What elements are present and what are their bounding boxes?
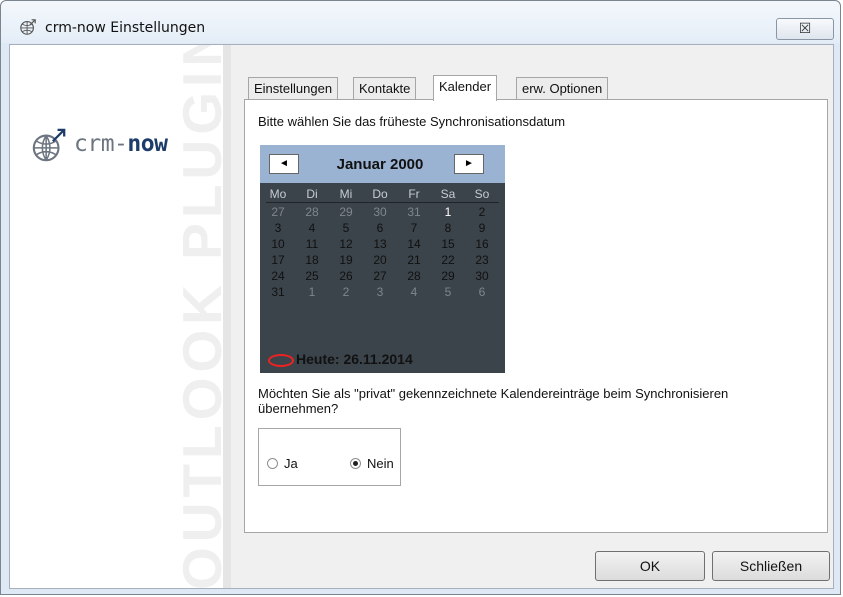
weekday-divider xyxy=(266,202,499,203)
calendar-day[interactable]: 28 xyxy=(300,204,324,220)
calendar-day[interactable]: 26 xyxy=(334,268,358,284)
weekday-header: Do xyxy=(372,187,388,201)
calendar-day[interactable]: 12 xyxy=(334,236,358,252)
calendar-day[interactable]: 8 xyxy=(436,220,460,236)
calendar-day[interactable]: 27 xyxy=(368,268,392,284)
calendar-header: ◄ Januar 2000 ► xyxy=(260,145,505,183)
calendar-day[interactable]: 20 xyxy=(368,252,392,268)
radio-ja-circle[interactable] xyxy=(267,458,278,469)
calendar-day[interactable]: 27 xyxy=(266,204,290,220)
month-label[interactable]: Januar 2000 xyxy=(320,156,440,173)
calendar-day[interactable]: 1 xyxy=(300,284,324,300)
calendar-day[interactable]: 14 xyxy=(402,236,426,252)
tab-erw-optionen[interactable]: erw. Optionen xyxy=(516,77,609,99)
calendar-day[interactable]: 3 xyxy=(266,220,290,236)
radio-nein-circle[interactable] xyxy=(350,458,361,469)
calendar-day[interactable]: 5 xyxy=(334,220,358,236)
calendar-day[interactable]: 7 xyxy=(402,220,426,236)
calendar-day[interactable]: 28 xyxy=(402,268,426,284)
app-icon xyxy=(20,19,36,35)
calendar-day[interactable]: 17 xyxy=(266,252,290,268)
weekday-header: Mo xyxy=(269,187,287,201)
calendar-day[interactable]: 13 xyxy=(368,236,392,252)
calendar-day[interactable]: 30 xyxy=(368,204,392,220)
tab-einstellungen[interactable]: Einstellungen xyxy=(248,77,339,99)
window-title: crm-now Einstellungen xyxy=(45,20,206,36)
radio-selected-dot xyxy=(353,461,358,466)
kalender-panel: Bitte wählen Sie das früheste Synchronis… xyxy=(244,99,828,533)
calendar-day[interactable]: 31 xyxy=(402,204,426,220)
private-entries-prompt: Möchten Sie als "privat" gekennzeichnete… xyxy=(258,386,729,416)
calendar-day[interactable]: 9 xyxy=(470,220,494,236)
private-entries-radio-group: Ja Nein xyxy=(258,428,401,486)
close-icon: ☒ xyxy=(798,20,812,36)
calendar-day[interactable]: 2 xyxy=(334,284,358,300)
weekday-header: Di xyxy=(306,187,318,201)
calendar-day[interactable]: 11 xyxy=(300,236,324,252)
main-content: Einstellungen Kontakte Kalender erw. Opt… xyxy=(231,45,833,588)
crm-now-logo: crm-now xyxy=(30,127,220,167)
close-button[interactable]: ☒ xyxy=(776,18,834,40)
calendar-day[interactable]: 4 xyxy=(402,284,426,300)
calendar-day[interactable]: 25 xyxy=(300,268,324,284)
calendar-day[interactable]: 23 xyxy=(470,252,494,268)
weekday-header: Fr xyxy=(408,187,420,201)
title-bar[interactable]: crm-now Einstellungen ☒ xyxy=(1,1,840,43)
calendar-day[interactable]: 16 xyxy=(470,236,494,252)
tab-kontakte[interactable]: Kontakte xyxy=(353,77,417,99)
dialog-client-area: OUTLOOK PLUGIN crm-now Einstellungen Kon… xyxy=(9,44,834,589)
calendar-day[interactable]: 24 xyxy=(266,268,290,284)
calendar-day[interactable]: 3 xyxy=(368,284,392,300)
calendar-day[interactable]: 10 xyxy=(266,236,290,252)
calendar-day[interactable]: 18 xyxy=(300,252,324,268)
sidebar-branding: OUTLOOK PLUGIN crm-now xyxy=(10,45,231,588)
next-month-button[interactable]: ► xyxy=(454,154,484,174)
calendar-day[interactable]: 6 xyxy=(368,220,392,236)
calendar-day[interactable]: 1 xyxy=(436,204,460,220)
calendar-day[interactable]: 29 xyxy=(334,204,358,220)
tab-kalender[interactable]: Kalender xyxy=(433,75,498,101)
calendar-day[interactable]: 22 xyxy=(436,252,460,268)
calendar-day[interactable]: 6 xyxy=(470,284,494,300)
sync-date-prompt: Bitte wählen Sie das früheste Synchronis… xyxy=(258,114,566,129)
radio-ja-label[interactable]: Ja xyxy=(284,456,298,471)
today-marker-icon xyxy=(268,353,294,367)
logo-text: crm-now xyxy=(74,131,168,157)
weekday-header: So xyxy=(474,187,490,201)
today-link[interactable]: Heute: 26.11.2014 xyxy=(268,351,413,367)
prev-month-button[interactable]: ◄ xyxy=(269,154,299,174)
calendar-day[interactable]: 31 xyxy=(266,284,290,300)
today-label: Heute: 26.11.2014 xyxy=(296,351,413,367)
calendar-day[interactable]: 15 xyxy=(436,236,460,252)
calendar-day[interactable]: 29 xyxy=(436,268,460,284)
close-dialog-button[interactable]: Schließen xyxy=(712,551,830,581)
month-calendar[interactable]: ◄ Januar 2000 ► Mo Di Mi Do Fr Sa So 27 28 29 30 31… xyxy=(260,145,505,373)
ok-button[interactable]: OK xyxy=(595,551,705,581)
calendar-day[interactable]: 2 xyxy=(470,204,494,220)
globe-arrow-icon xyxy=(32,128,66,162)
settings-window: crm-now Einstellungen ☒ OUTLOOK PLUGIN c… xyxy=(0,0,841,595)
weekday-header: Sa xyxy=(440,187,456,201)
calendar-day[interactable]: 30 xyxy=(470,268,494,284)
calendar-day[interactable]: 21 xyxy=(402,252,426,268)
calendar-day[interactable]: 4 xyxy=(300,220,324,236)
radio-nein-label[interactable]: Nein xyxy=(367,456,394,471)
calendar-day[interactable]: 5 xyxy=(436,284,460,300)
weekday-header: Mi xyxy=(339,187,353,201)
calendar-day[interactable]: 19 xyxy=(334,252,358,268)
